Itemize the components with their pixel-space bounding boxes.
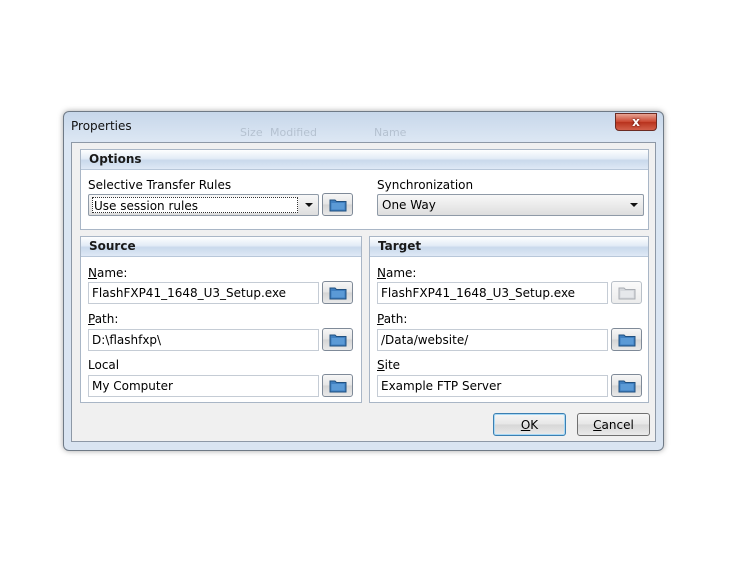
folder-icon [329,199,346,212]
folder-icon [329,334,346,347]
ghost-column-size: Size [240,126,263,139]
source-name-label: Name: [88,266,128,280]
source-path-label: Path: [88,312,119,326]
close-icon: x [632,115,640,129]
source-name-browse-button[interactable] [322,281,353,304]
folder-icon [329,380,346,393]
target-name-browse-button[interactable] [611,281,642,304]
source-path-browse-button[interactable] [322,328,353,351]
target-site-label: Site [377,358,401,372]
rules-browse-button[interactable] [322,193,353,216]
folder-icon [618,380,635,393]
source-local-label: Local [88,358,120,372]
sync-value: One Way [382,198,436,212]
chevron-down-icon [305,203,313,207]
source-name-field[interactable]: FlashFXP41_1648_U3_Setup.exe [88,282,319,304]
folder-icon [618,334,635,347]
close-button[interactable]: x [615,113,657,131]
ghost-column-modified: Modified [270,126,317,139]
folder-icon [329,287,346,300]
ok-button[interactable]: OK [493,413,566,436]
target-name-label: Name: [377,266,417,280]
target-path-label: Path: [377,312,408,326]
folder-icon [618,287,635,300]
options-group: Options Selective Transfer Rules Use ses… [80,149,649,230]
target-group: Target Name: FlashFXP41_1648_U3_Setup.ex… [369,236,649,403]
source-group: Source Name: FlashFXP41_1648_U3_Setup.ex… [80,236,362,403]
source-local-field[interactable]: My Computer [88,375,319,397]
sync-dropdown[interactable]: One Way [377,194,644,216]
options-header: Options [81,150,648,170]
dialog-client-area: Options Selective Transfer Rules Use ses… [71,142,656,442]
rules-dropdown[interactable]: Use session rules [88,194,319,216]
properties-dialog: Properties Size Modified Name x Options … [63,111,664,451]
dialog-title: Properties [71,119,132,133]
target-path-browse-button[interactable] [611,328,642,351]
target-site-browse-button[interactable] [611,374,642,397]
target-path-field[interactable]: /Data/website/ [377,329,608,351]
source-local-browse-button[interactable] [322,374,353,397]
target-header: Target [370,237,648,257]
rules-label: Selective Transfer Rules [88,178,232,192]
source-path-field[interactable]: D:\flashfxp\ [88,329,319,351]
target-name-field[interactable]: FlashFXP41_1648_U3_Setup.exe [377,282,608,304]
cancel-button[interactable]: Cancel [577,413,650,436]
rules-value: Use session rules [92,197,298,213]
target-site-field[interactable]: Example FTP Server [377,375,608,397]
ghost-column-name: Name [374,126,407,139]
chevron-down-icon [630,203,638,207]
source-header: Source [81,237,361,257]
sync-label: Synchronization [377,178,474,192]
